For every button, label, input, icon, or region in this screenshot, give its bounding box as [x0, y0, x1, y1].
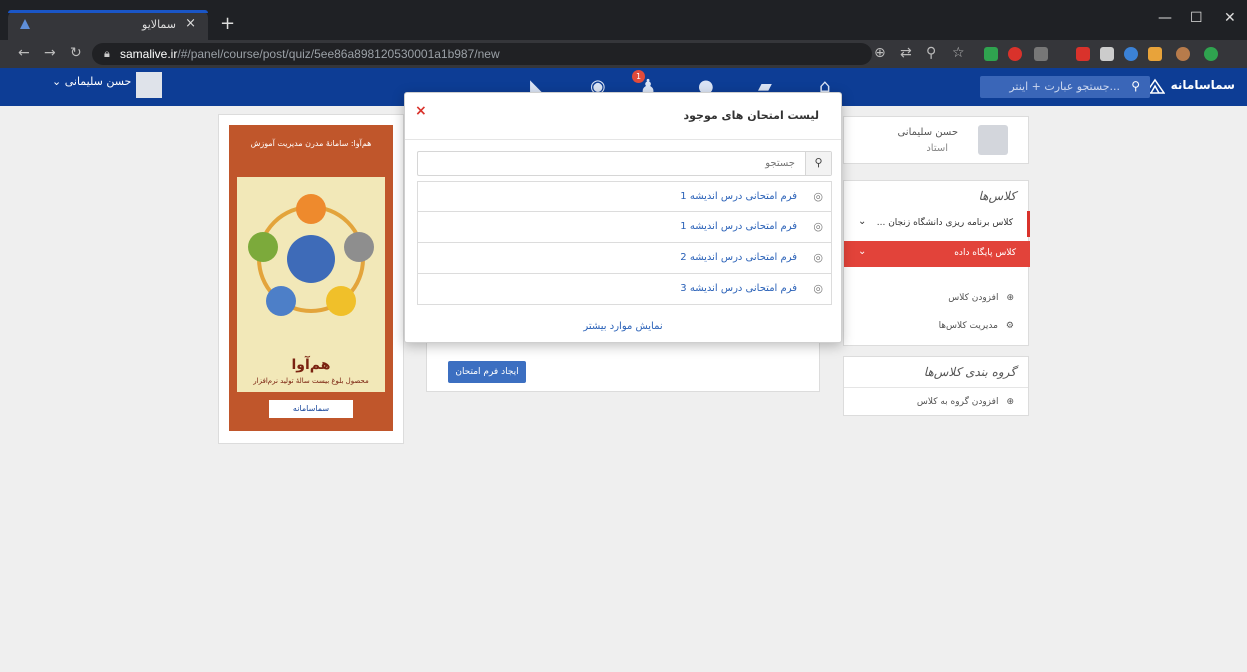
- profile-avatar-icon[interactable]: [1176, 47, 1190, 61]
- poster-image[interactable]: هم‌آوا: سامانهٔ مدرن مدیریت آموزش هم‌آوا…: [229, 125, 393, 431]
- browser-address-bar: ← → ↻ 🔒︎ samalive.ir/#/panel/course/post…: [0, 40, 1247, 68]
- plus-circle-icon: ⊕: [1006, 293, 1014, 303]
- poster-title: هم‌آوا: [291, 357, 331, 373]
- lock-icon: 🔒︎: [104, 47, 110, 60]
- forward-icon[interactable]: →: [44, 45, 56, 61]
- avatar: [978, 125, 1008, 155]
- classes-title: کلاس‌ها: [978, 189, 1016, 203]
- browser-tab-bar: سمالایو × + — ☐ ✕: [0, 0, 1247, 40]
- extension-icon[interactable]: [984, 47, 998, 61]
- user-menu[interactable]: ⌄ حسن سلیمانی: [52, 75, 131, 88]
- extension-icon[interactable]: [1124, 47, 1138, 61]
- extension-icon[interactable]: [1076, 47, 1090, 61]
- tab-title: سمالایو: [142, 18, 176, 31]
- reload-icon[interactable]: ↻: [70, 45, 82, 61]
- groups-title: گروه بندی کلاس‌ها: [923, 365, 1016, 379]
- cycle-diagram: [248, 194, 374, 316]
- list-item[interactable]: ◎ فرم امتحانی درس اندیشه 1: [417, 212, 832, 243]
- poster-brand: سماسامانه: [269, 400, 353, 418]
- list-item[interactable]: ◎ فرم امتحانی درس اندیشه 1: [417, 181, 832, 212]
- extension-icon[interactable]: [1008, 47, 1022, 61]
- add-group-button[interactable]: ⊕افزودن گروه به کلاس: [917, 397, 1014, 407]
- minimize-icon[interactable]: —: [1158, 10, 1172, 26]
- quiz-form-card: ایجاد فرم امتحان: [426, 340, 820, 392]
- exam-search-input[interactable]: [435, 155, 795, 172]
- new-tab-button[interactable]: +: [220, 13, 235, 34]
- profile-role: استاد: [926, 143, 948, 154]
- tab-close-icon[interactable]: ×: [185, 16, 196, 31]
- search-placeholder: جستجو عبارت + اینتر...: [1009, 80, 1120, 93]
- close-icon[interactable]: ×: [415, 103, 427, 119]
- groups-card: گروه بندی کلاس‌ها ⊕افزودن گروه به کلاس: [843, 356, 1029, 416]
- chevron-down-icon[interactable]: ⌄: [858, 216, 866, 227]
- create-exam-button[interactable]: ایجاد فرم امتحان: [448, 361, 526, 383]
- site-logo[interactable]: سماسامانه: [1171, 78, 1235, 92]
- modal-title: لیست امتحان های موجود: [683, 109, 819, 122]
- back-icon[interactable]: ←: [18, 45, 30, 61]
- bookmark-star-icon[interactable]: ☆: [952, 45, 965, 61]
- zoom-icon[interactable]: ⚲: [926, 45, 936, 61]
- gear-icon: ⚙: [1005, 321, 1014, 331]
- check-circle-icon: ◎: [813, 282, 823, 295]
- plus-circle-icon: ⊕: [1006, 397, 1014, 407]
- list-item[interactable]: ◎ فرم امتحانی درس اندیشه 2: [417, 243, 832, 274]
- update-icon[interactable]: [1204, 47, 1218, 61]
- tab-active-indicator: [8, 10, 208, 13]
- ad-card: هم‌آوا: سامانهٔ مدرن مدیریت آموزش هم‌آوا…: [218, 114, 404, 444]
- search-icon[interactable]: ⚲: [805, 152, 831, 175]
- url-field[interactable]: 🔒︎ samalive.ir/#/panel/course/post/quiz/…: [92, 43, 872, 65]
- profile-card: حسن سلیمانی استاد: [843, 116, 1029, 164]
- poster-head: هم‌آوا: سامانهٔ مدرن مدیریت آموزش: [250, 139, 372, 148]
- search-icon[interactable]: ⚲: [1131, 79, 1140, 93]
- browser-tab[interactable]: سمالایو ×: [8, 10, 208, 40]
- class-item[interactable]: کلاس برنامه ریزی دانشگاه زنجان ... ⌄: [844, 211, 1030, 237]
- profile-name: حسن سلیمانی: [897, 127, 958, 138]
- avatar[interactable]: [136, 72, 162, 98]
- site-favicon-icon: [20, 19, 30, 29]
- check-circle-icon: ◎: [813, 190, 823, 203]
- exam-list-modal: لیست امتحان های موجود × ⚲ ◎ فرم امتحانی …: [404, 92, 842, 343]
- extension-icon[interactable]: [1034, 47, 1048, 61]
- list-item[interactable]: ◎ فرم امتحانی درس اندیشه 3: [417, 274, 832, 305]
- show-more-link[interactable]: نمایش موارد بیشتر: [405, 321, 841, 332]
- poster-subtitle: محصول بلوغ بیست سالهٔ تولید نرم‌افزار: [253, 377, 369, 385]
- chevron-down-icon[interactable]: ⌄: [858, 246, 866, 257]
- install-icon[interactable]: ⊕: [874, 45, 886, 61]
- url-text: samalive.ir/#/panel/course/post/quiz/5ee…: [120, 47, 500, 61]
- check-circle-icon: ◎: [813, 251, 823, 264]
- divider: [405, 139, 841, 140]
- manage-classes-button[interactable]: ⚙مدیریت کلاس‌ها: [939, 321, 1014, 331]
- extension-icon[interactable]: [1148, 47, 1162, 61]
- check-circle-icon: ◎: [813, 220, 823, 233]
- exam-list: ◎ فرم امتحانی درس اندیشه 1 ◎ فرم امتحانی…: [417, 181, 832, 305]
- maximize-icon[interactable]: ☐: [1190, 10, 1203, 26]
- translate-icon[interactable]: ⇄: [900, 45, 912, 61]
- classes-card: کلاس‌ها کلاس برنامه ریزی دانشگاه زنجان .…: [843, 180, 1030, 346]
- header-search-input[interactable]: جستجو عبارت + اینتر... ⚲: [980, 76, 1150, 98]
- close-window-icon[interactable]: ✕: [1224, 10, 1236, 26]
- divider: [844, 387, 1028, 388]
- add-class-button[interactable]: ⊕افزودن کلاس: [948, 293, 1014, 303]
- chevron-down-icon: ⌄: [52, 75, 65, 88]
- notification-badge: 1: [632, 70, 645, 83]
- user-name: حسن سلیمانی: [64, 75, 132, 88]
- extension-icon[interactable]: [1100, 47, 1114, 61]
- class-item-active[interactable]: کلاس پایگاه داده ⌄: [844, 241, 1030, 267]
- exam-search: ⚲: [417, 151, 832, 176]
